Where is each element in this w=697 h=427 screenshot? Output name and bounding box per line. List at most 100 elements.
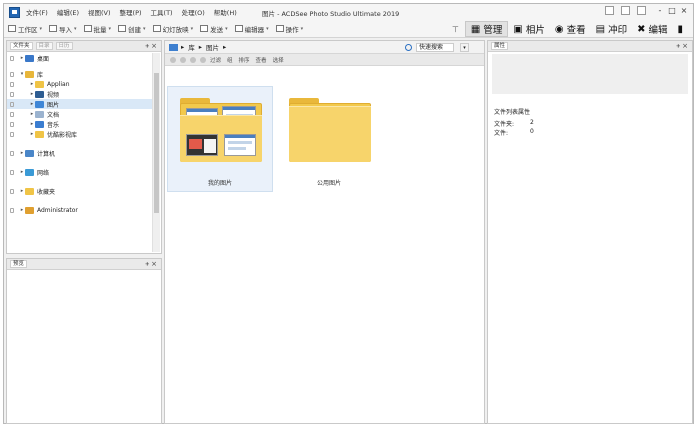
view-menu[interactable]: 查看 [256, 56, 267, 64]
tree-item-label: Applian [47, 80, 70, 88]
mode-tab-0[interactable]: ▦ 管理 [464, 21, 509, 37]
tree-item[interactable]: ▸ 网络 [7, 167, 153, 177]
folder-tree-scrollbar[interactable] [152, 53, 160, 252]
pin-icon[interactable] [10, 55, 14, 61]
tab-catalog[interactable]: 目录 [35, 42, 53, 50]
breadcrumb-item[interactable]: 图片 [206, 42, 219, 52]
preview-pane-header: 预览 ᚐ × [7, 259, 161, 270]
chevron-down-icon[interactable]: ▾ [460, 43, 469, 52]
layout-toggle-icon[interactable] [605, 6, 614, 15]
pin-icon[interactable] [10, 101, 14, 107]
toolbar-tool-7[interactable]: 操作 ▾ [275, 24, 303, 34]
folder-thumbnail-public-pictures[interactable]: 公用图片 [276, 86, 382, 192]
folder-label: 公用图片 [316, 180, 341, 187]
toolbar-tool-6[interactable]: 编辑器 ▾ [234, 24, 269, 34]
tree-item[interactable]: ▸ 收藏夹 [7, 186, 153, 196]
chevron-down-icon: ▾ [143, 25, 146, 32]
group-menu[interactable]: 组 [227, 56, 233, 64]
mode-tab-4[interactable]: ✖ 编辑 [632, 21, 672, 37]
scrollbar-thumb[interactable] [154, 73, 159, 213]
forward-icon[interactable] [180, 56, 186, 63]
pin-icon[interactable] [10, 71, 14, 77]
print-icon: ▤ [595, 23, 606, 35]
refresh-icon[interactable] [200, 56, 206, 63]
photo-icon: ▣ [513, 23, 523, 35]
menu-edit[interactable]: 编辑(E) [57, 7, 79, 17]
menu-file[interactable]: 文件(F) [26, 7, 48, 17]
layout-toggle-icon[interactable] [637, 6, 646, 15]
tree-item[interactable]: ▸ 桌面 [7, 53, 153, 63]
menu-help[interactable]: 帮助(H) [214, 7, 237, 17]
mode-tab-5[interactable]: ▮ [672, 21, 691, 37]
folder-thumbnail-my-pictures[interactable]: 我的图片 [167, 86, 273, 192]
tree-item-label: 图片 [47, 101, 60, 109]
app-logo-icon[interactable] [9, 6, 20, 18]
tree-item[interactable]: ▾ 库 [7, 69, 153, 79]
chevron-down-icon: ▾ [74, 25, 77, 32]
mode-tab-1[interactable]: ▣ 相片 [508, 21, 549, 37]
tree-item[interactable]: ▸ Administrator [7, 205, 153, 215]
back-icon[interactable] [170, 56, 176, 63]
breadcrumb-sep: ▸ [181, 43, 185, 51]
menu-process[interactable]: 处理(O) [182, 7, 205, 17]
select-menu[interactable]: 选择 [273, 56, 284, 64]
pin-icon[interactable] [10, 121, 14, 127]
tree-item[interactable]: ▸ 视频 [7, 89, 153, 99]
maximize-button[interactable]: □ [667, 6, 677, 15]
pin-icon[interactable] [10, 150, 14, 156]
pin-icon[interactable] [10, 81, 14, 87]
pin-icon[interactable]: ⊤ [452, 25, 459, 34]
pin-icon[interactable] [10, 207, 14, 213]
toolbar-tool-2[interactable]: 批量 ▾ [83, 24, 112, 34]
main-toolbar: 工作区 ▾ 导入 ▾ 批量 ▾ 创建 ▾ 幻灯放映 ▾ 发送 ▾ 编辑器 ▾ 操作 ▾ ⊤ ▦ 管理 ▣ 相片 ◉ 查看… [4, 20, 693, 38]
preview-pane: 预览 ᚐ × [6, 258, 162, 424]
mode-tab-3[interactable]: ▤ 冲印 [591, 21, 632, 37]
layout-toggle-icon[interactable] [621, 6, 630, 15]
menu-tools[interactable]: 工具(T) [151, 7, 173, 17]
tool-icon [234, 25, 243, 32]
properties-pane-header: 属性 ᚐ × [488, 41, 692, 52]
search-input[interactable]: 快速搜索 [416, 43, 454, 52]
pin-icon[interactable] [10, 111, 14, 117]
user-icon [25, 206, 34, 214]
tree-item[interactable]: ▸ 图片 [7, 99, 153, 109]
properties-title: 属性 [491, 42, 509, 50]
mode-tab-2[interactable]: ◉ 查看 [550, 21, 591, 37]
sort-menu[interactable]: 排序 [239, 56, 250, 64]
breadcrumb-item[interactable]: 库 [188, 42, 195, 52]
pin-icon[interactable] [10, 169, 14, 175]
toolbar-tool-4[interactable]: 幻灯放映 ▾ [152, 24, 193, 34]
toolbar-tool-0[interactable]: 工作区 ▾ [8, 24, 42, 34]
tree-item[interactable]: ▸ 优酷影视库 [7, 129, 153, 139]
tree-item[interactable]: ▸ Applian [7, 79, 153, 89]
pane-close-icon[interactable]: ᚐ × [145, 42, 157, 50]
property-key: 文件夹: [494, 121, 515, 128]
pane-close-icon[interactable]: ᚐ × [145, 260, 157, 268]
tab-calendar[interactable]: 日历 [55, 42, 73, 50]
tab-folders[interactable]: 文件夹 [10, 42, 33, 50]
tree-item[interactable]: ▸ 文档 [7, 109, 153, 119]
pin-icon[interactable] [10, 91, 14, 97]
tool-icon [8, 25, 16, 32]
pane-close-icon[interactable]: ᚐ × [676, 42, 688, 50]
pin-icon[interactable] [10, 131, 14, 137]
up-icon[interactable] [190, 56, 196, 63]
close-button[interactable]: × [679, 6, 689, 15]
mode-tab-label: 相片 [525, 25, 545, 36]
minimize-button[interactable]: - [655, 6, 665, 15]
chevron-down-icon: ▾ [108, 25, 112, 32]
eye-icon: ◉ [554, 23, 564, 35]
toolbar-tool-1[interactable]: 导入 ▾ [49, 24, 77, 34]
toolbar-tool-5[interactable]: 发送 ▾ [200, 24, 228, 34]
filter-menu[interactable]: 过滤 [210, 56, 221, 64]
menu-organize[interactable]: 整理(P) [120, 7, 142, 17]
tree-item[interactable]: ▸ 音乐 [7, 119, 153, 129]
tool-icon [118, 25, 127, 32]
toolbar-tool-3[interactable]: 创建 ▾ [118, 24, 146, 34]
file-browser: ▸ 库 ▸ 图片 ▸ 快速搜索 ▾ 过滤 组 排序 查看 选择 我的图片 公用图… [164, 40, 485, 424]
tree-item[interactable]: ▸ 计算机 [7, 148, 153, 158]
tool-label: 导入 [59, 25, 73, 34]
menu-view[interactable]: 视图(V) [88, 7, 111, 17]
pin-icon[interactable] [10, 188, 14, 194]
mode-tab-label: 查看 [566, 25, 586, 36]
